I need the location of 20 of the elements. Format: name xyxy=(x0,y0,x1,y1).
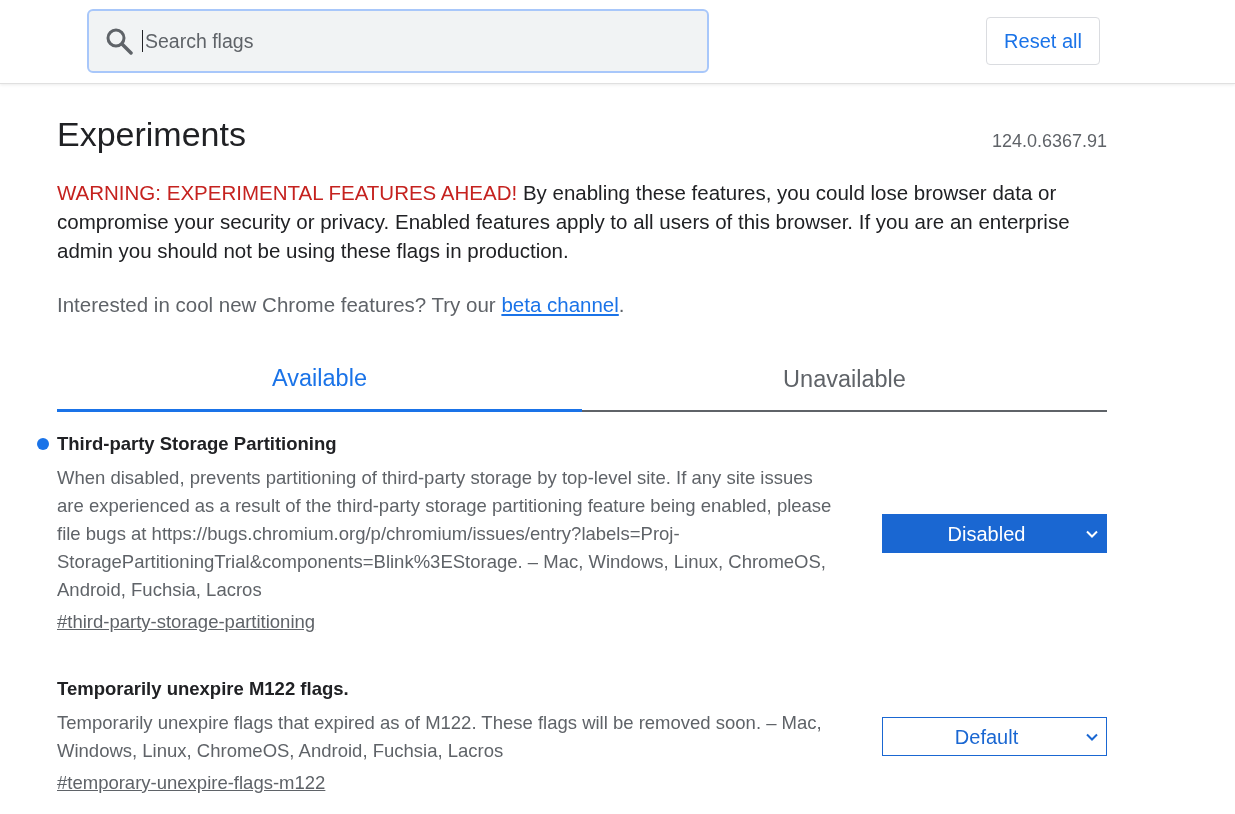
flag-title: Temporarily unexpire M122 flags. xyxy=(57,677,349,701)
warning-text: WARNING: EXPERIMENTAL FEATURES AHEAD! By enabling these features, you could lose browser data or compromise your security or privacy. Enabled features apply to all users of this browser. If you are an enterprise admin you should not be using these flags in production. xyxy=(57,180,1071,264)
beta-channel-link[interactable]: beta channel xyxy=(501,293,619,316)
tab[interactable]: Available xyxy=(57,348,582,412)
search-icon xyxy=(105,27,133,55)
version-number: 124.0.6367.91 xyxy=(991,130,1107,153)
search-field[interactable]: Search flags xyxy=(87,9,709,73)
flag-description: When disabled, prevents partitioning of third-party storage by top-level site. If any site issues are experienced as a result of the third-party storage partitioning feature being enabled, please file bugs at https://bugs.chromium.org/p/chromium/issues/entry?labels=Proj-StoragePartitioningTrial&components=Blink%3EStorage. – Mac, Windows, Linux, ChromeOS, Android, Fuchsia, Lacros xyxy=(57,466,833,602)
reset-all-button[interactable]: Reset all xyxy=(986,17,1100,65)
flag-anchor-link[interactable]: #temporary-unexpire-flags-m122 xyxy=(57,770,326,796)
chevron-down-icon xyxy=(1086,732,1098,741)
tab[interactable]: Unavailable xyxy=(582,348,1107,412)
flag-anchor-link[interactable]: #third-party-storage-partitioning xyxy=(57,609,316,635)
flag-description: Temporarily unexpire flags that expired as of M122. These flags will be removed soon. – Mac, Windows, Linux, ChromeOS, Android, Fuchsia, Lacros xyxy=(57,711,823,763)
flag-title: Third-party Storage Partitioning xyxy=(57,432,337,456)
page-title: Experiments xyxy=(57,114,246,155)
state-dropdown[interactable]: Default xyxy=(882,717,1107,756)
promo-text: Interested in cool new Chrome features? Try our beta channel. xyxy=(57,292,626,318)
state-dropdown[interactable]: Disabled xyxy=(882,514,1107,553)
chevron-down-icon xyxy=(1086,529,1098,538)
